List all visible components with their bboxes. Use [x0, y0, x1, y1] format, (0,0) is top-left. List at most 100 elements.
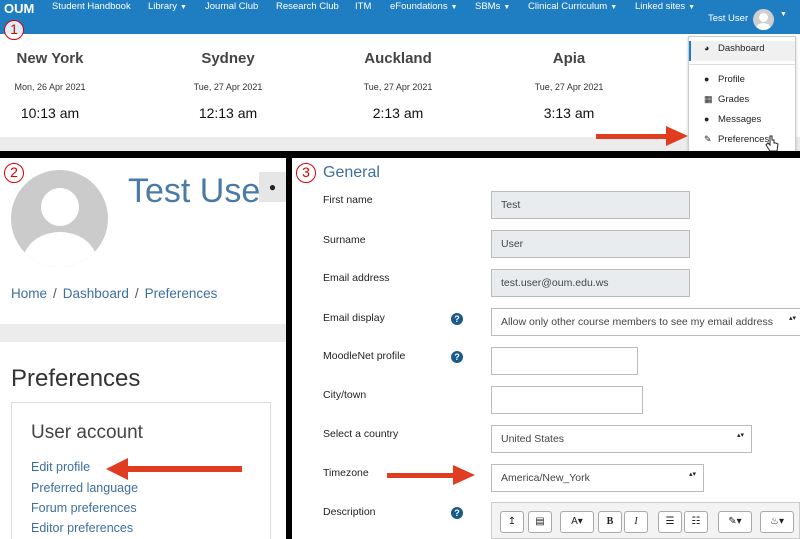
dropdown-item-messages[interactable]: ● Messages — [704, 114, 761, 125]
email-field[interactable]: test.user@oum.edu.ws — [491, 269, 690, 297]
surname-field[interactable]: User — [491, 230, 690, 258]
edit-profile-form: General First name Test Surname User Ema… — [292, 158, 800, 539]
moodlenet-input[interactable] — [491, 347, 638, 375]
breadcrumb-dashboard[interactable]: Dashboard — [63, 286, 129, 301]
clock-new-york: New York Mon, 26 Apr 2021 10:13 am — [0, 50, 110, 121]
chevron-down-icon[interactable]: ▼ — [780, 11, 787, 18]
step-badge-3: 3 — [296, 163, 316, 183]
user-icon: ● — [704, 74, 710, 84]
profile-avatar — [11, 170, 108, 267]
label-surname: Surname — [323, 234, 366, 246]
breadcrumb-home[interactable]: Home — [11, 286, 47, 301]
table-icon: ▦ — [704, 94, 713, 104]
nav-research-club[interactable]: Research Club — [276, 1, 339, 12]
help-icon[interactable]: ? — [451, 313, 463, 325]
first-name-field[interactable]: Test — [491, 191, 690, 219]
label-city: City/town — [323, 389, 367, 401]
nav-student-handbook[interactable]: Student Handbook — [52, 1, 131, 12]
nav-linked-sites[interactable]: Linked sites ▼ — [635, 1, 695, 12]
dashboard-icon: ◕ — [704, 43, 710, 53]
nav-journal-club[interactable]: Journal Club — [205, 1, 258, 12]
chevron-down-icon: ▼ — [450, 4, 458, 11]
toolbar-numbered-list-icon[interactable]: ☷ — [684, 511, 708, 533]
chevron-down-icon: ▼ — [180, 4, 187, 11]
clock-time: 2:13 am — [372, 105, 424, 121]
clock-city: Apia — [552, 50, 586, 67]
link-editor-preferences[interactable]: Editor preferences — [31, 521, 133, 535]
link-forum-preferences[interactable]: Forum preferences — [31, 501, 137, 515]
section-title-general: General — [323, 164, 380, 181]
top-navbar: OUM Student Handbook Library ▼ Journal Cl… — [0, 0, 800, 34]
chevron-down-icon: ▼ — [503, 4, 511, 11]
annotation-arrow — [387, 465, 475, 485]
clock-time: 10:13 am — [20, 105, 80, 121]
message-button[interactable]: ● — [259, 172, 286, 202]
clock-date: Mon, 26 Apr 2021 — [14, 82, 86, 92]
toolbar-bullet-list-icon[interactable]: ☰ — [658, 511, 682, 533]
dropdown-item-grades[interactable]: ▦ Grades — [704, 94, 749, 105]
city-input[interactable] — [491, 386, 643, 414]
annotation-arrow — [106, 458, 242, 480]
page-title: Preferences — [11, 365, 141, 392]
toolbar-italic-icon[interactable]: I — [624, 511, 648, 533]
toolbar-bold-icon[interactable]: B — [598, 511, 622, 533]
label-country: Select a country — [323, 428, 399, 440]
dropdown-item-preferences[interactable]: ✎ Preferences — [704, 134, 769, 145]
profile-name: Test User — [128, 172, 272, 210]
timezone-select[interactable]: America/New_York — [491, 464, 704, 492]
help-icon[interactable]: ? — [451, 351, 463, 363]
comment-icon: ● — [704, 114, 710, 124]
comment-icon: ● — [268, 180, 277, 194]
help-icon[interactable]: ? — [451, 507, 463, 519]
toolbar-brush-icon[interactable]: ✎▾ — [718, 511, 752, 533]
dropdown-divider — [689, 64, 795, 65]
clock-auckland: Auckland Tue, 27 Apr 2021 2:13 am — [338, 50, 458, 121]
email-display-select[interactable]: Allow only other course members to see m… — [491, 308, 800, 336]
chevron-down-icon: ▼ — [688, 4, 696, 11]
dropdown-item-dashboard[interactable]: ◕ Dashboard — [704, 43, 764, 54]
user-account-title: User account — [31, 422, 143, 443]
clock-date: Tue, 27 Apr 2021 — [363, 82, 433, 92]
site-brand[interactable]: OUM — [4, 1, 34, 16]
section-divider — [0, 324, 286, 342]
profile-panel: Test User ● Home / Dashboard / Preferences P… — [0, 158, 286, 539]
clock-city: Sydney — [201, 50, 255, 67]
label-description: Description — [323, 506, 376, 518]
editor-toolbar: ↥ ▤ A▾ B I ☰ ☷ ✎▾ ♨▾ — [491, 502, 800, 539]
clock-time: 3:13 am — [543, 105, 595, 121]
country-select[interactable]: United States — [491, 425, 752, 453]
toolbar-collapse-icon[interactable]: ↥ — [500, 511, 524, 533]
link-preferred-language[interactable]: Preferred language — [31, 481, 138, 495]
label-timezone: Timezone — [323, 467, 369, 479]
nav-itm[interactable]: ITM — [355, 1, 371, 12]
clock-date: Tue, 27 Apr 2021 — [534, 82, 604, 92]
clock-apia: Apia Tue, 27 Apr 2021 3:13 am — [509, 50, 629, 121]
clock-city: New York — [16, 50, 84, 67]
label-moodlenet-profile: MoodleNet profile — [323, 350, 406, 362]
panel-separator-horizontal — [0, 151, 800, 158]
breadcrumb: Home / Dashboard / Preferences — [11, 286, 218, 301]
user-menu-name[interactable]: Test User — [708, 13, 748, 24]
step-badge-2: 2 — [4, 163, 24, 183]
chevron-down-icon: ▼ — [610, 4, 618, 11]
toolbar-paste-icon[interactable]: ▤ — [528, 511, 552, 533]
label-email-display: Email display — [323, 312, 385, 324]
clock-date: Tue, 27 Apr 2021 — [193, 82, 263, 92]
clock-sydney: Sydney Tue, 27 Apr 2021 12:13 am — [168, 50, 288, 121]
nav-clinical-curriculum[interactable]: Clinical Curriculum ▼ — [528, 1, 617, 12]
nav-efoundations[interactable]: eFoundations ▼ — [390, 1, 458, 12]
dropdown-item-profile[interactable]: ● Profile — [704, 74, 745, 85]
link-edit-profile[interactable]: Edit profile — [31, 460, 90, 474]
nav-sbms[interactable]: SBMs ▼ — [475, 1, 510, 12]
toolbar-lightbulb-icon[interactable]: ♨▾ — [760, 511, 794, 533]
clock-time: 12:13 am — [198, 105, 258, 121]
toolbar-font-style-icon[interactable]: A▾ — [560, 511, 594, 533]
step-badge-1: 1 — [4, 20, 24, 40]
breadcrumb-preferences[interactable]: Preferences — [145, 286, 218, 301]
label-email: Email address — [323, 272, 390, 284]
user-avatar[interactable] — [753, 9, 774, 30]
label-first-name: First name — [323, 194, 373, 206]
user-dropdown-menu: ◕ Dashboard ● Profile ▦ Grades ● Messages ✎ P… — [688, 36, 796, 154]
annotation-arrow — [596, 126, 688, 146]
nav-library[interactable]: Library ▼ — [148, 1, 187, 12]
